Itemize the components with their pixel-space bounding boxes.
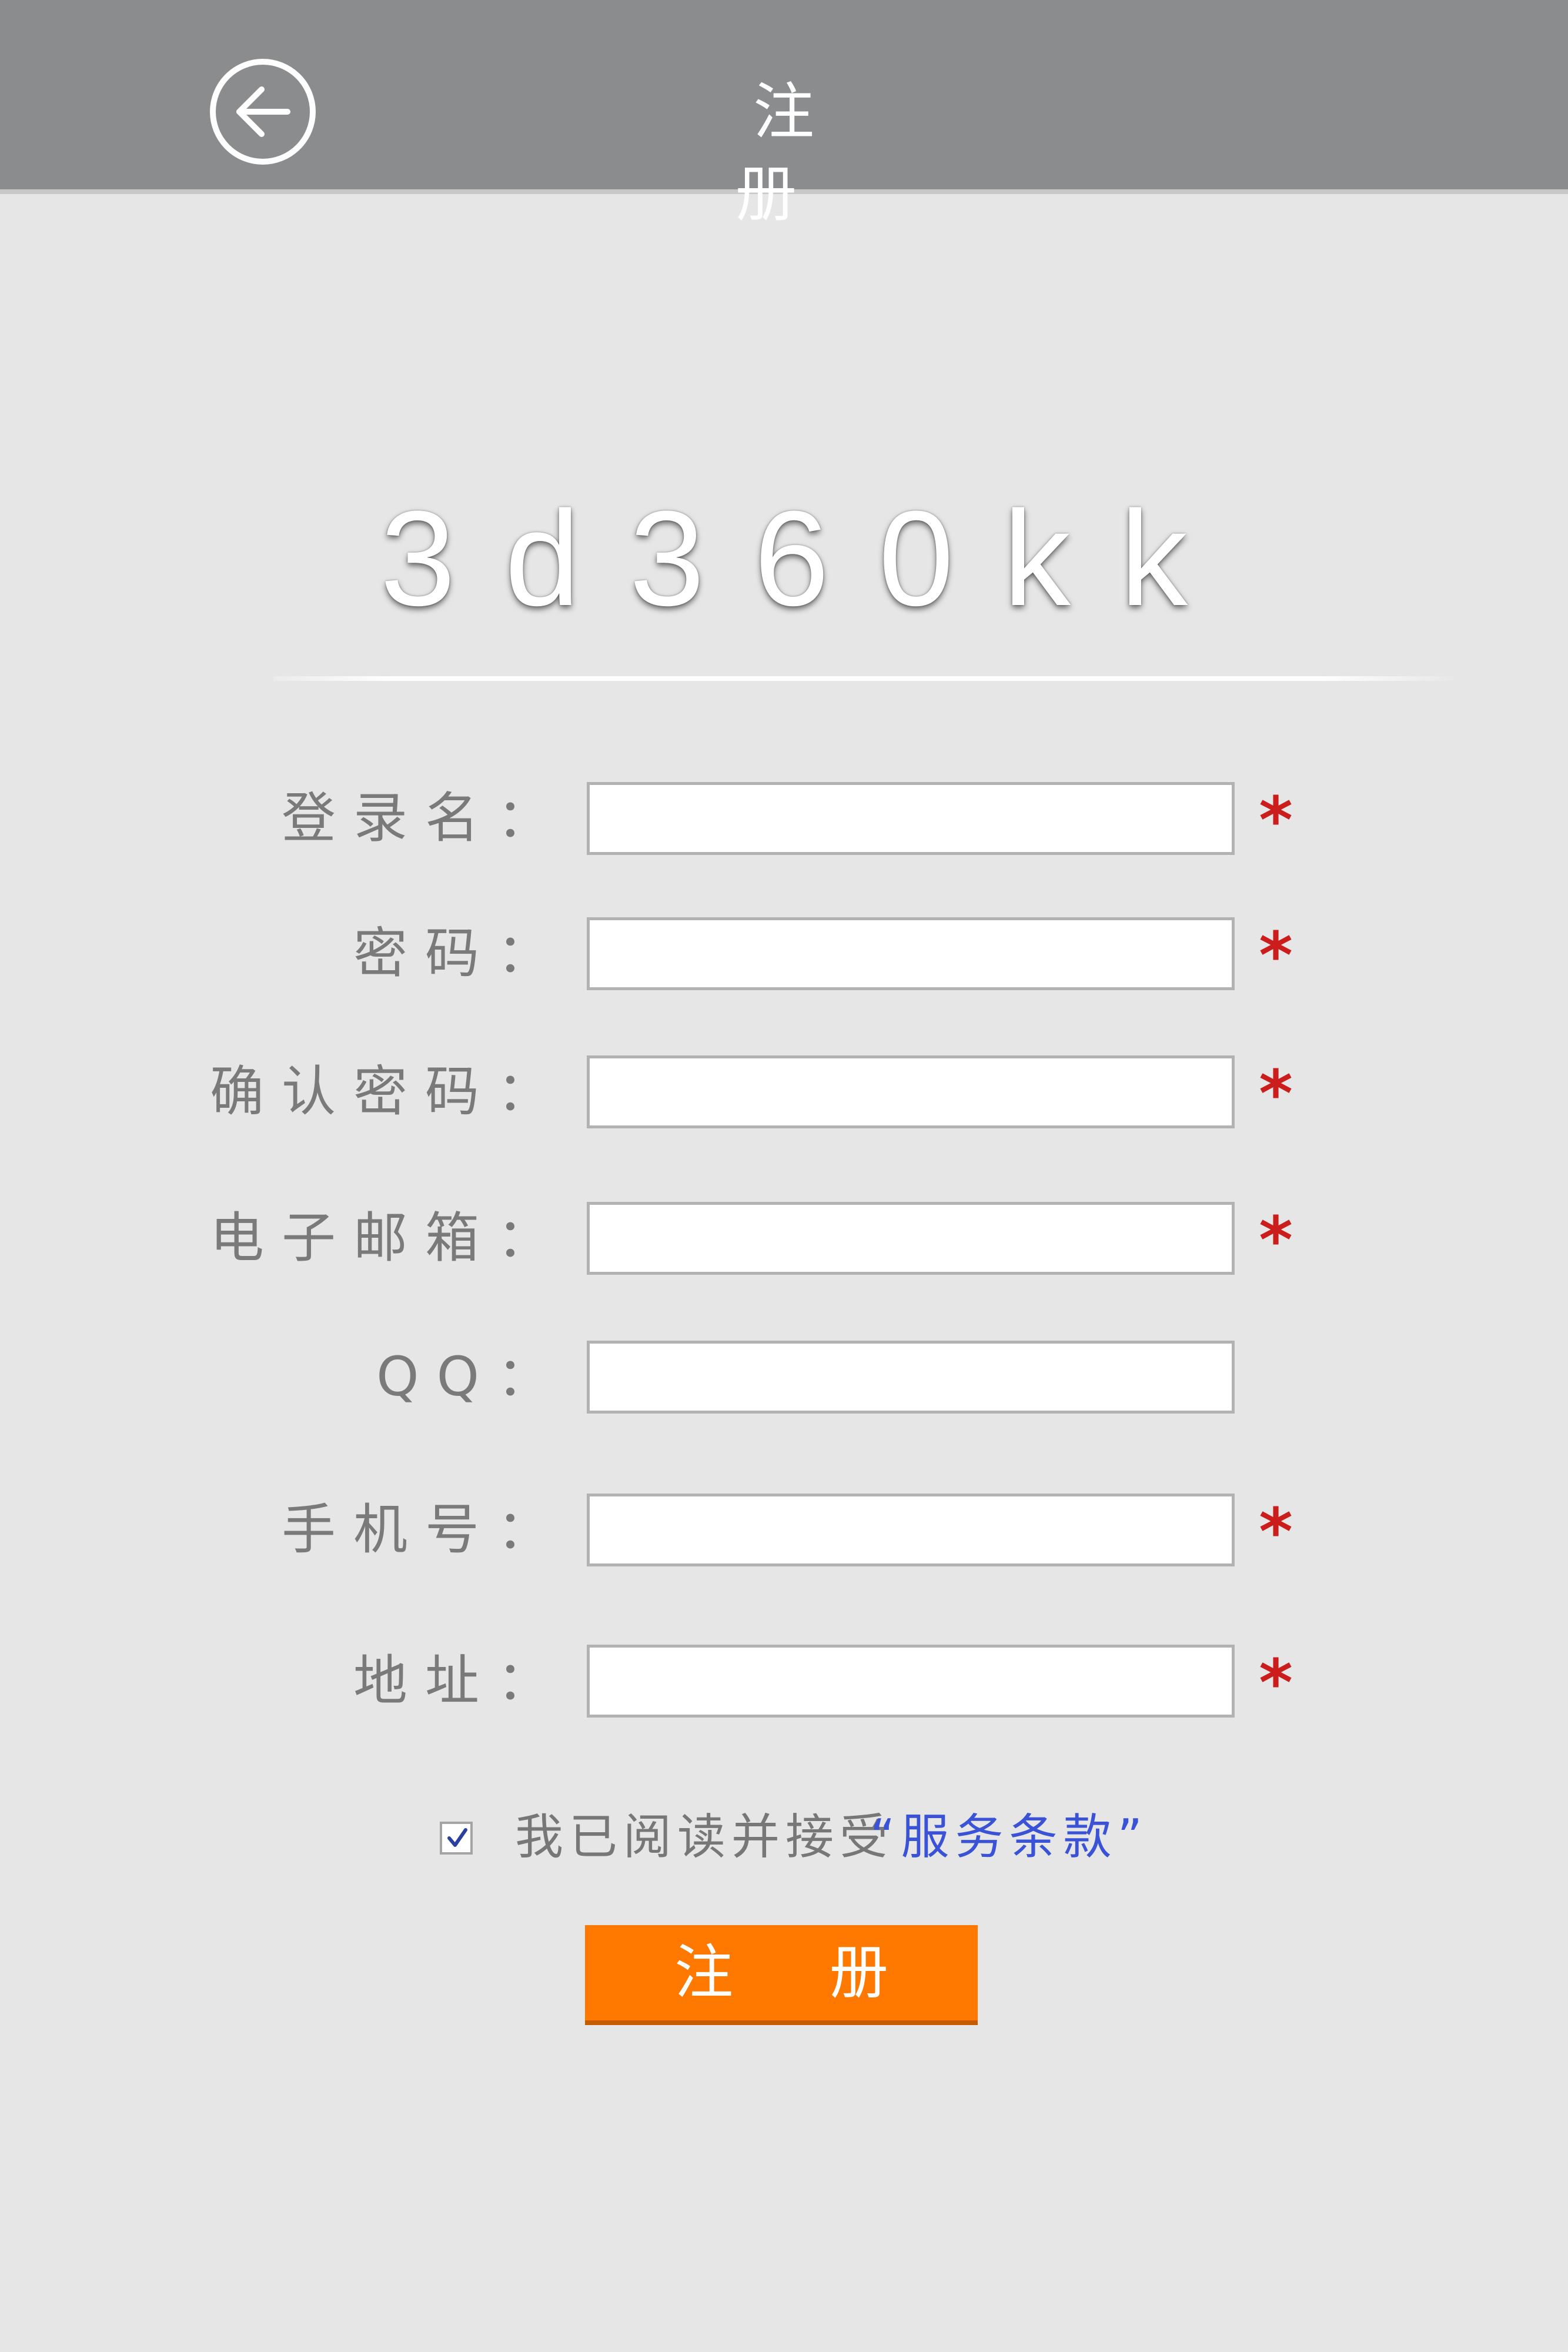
register-submit-button[interactable]: 注 册 xyxy=(585,1925,978,2025)
confirm-password-label: 确认密码： xyxy=(209,1060,569,1123)
form-row-phone: 手机号： * xyxy=(0,1494,1568,1566)
email-required-mark: * xyxy=(1259,1202,1293,1278)
form-row-confirm-password: 确认密码： * xyxy=(0,1055,1568,1128)
login-name-input[interactable] xyxy=(587,782,1235,855)
terms-agree-text: 我已阅读并接受 xyxy=(515,1809,894,1865)
password-required-mark: * xyxy=(1259,918,1293,993)
qq-required-mark xyxy=(1258,1347,1293,1411)
phone-input[interactable] xyxy=(587,1494,1235,1566)
email-label: 电子邮箱： xyxy=(209,1207,569,1269)
password-input[interactable] xyxy=(587,917,1235,990)
terms-of-service-link[interactable]: “服务条款” xyxy=(870,1805,1148,1870)
arrow-left-circle-icon xyxy=(236,86,290,137)
form-row-login-name: 登录名： * xyxy=(0,782,1568,855)
qq-label: QQ： xyxy=(376,1345,569,1408)
header-bar: 注 册 xyxy=(0,0,1568,230)
brand-logo-text: 3d360kk xyxy=(380,483,1238,634)
form-row-password: 密码： * xyxy=(0,917,1568,990)
confirm-password-required-mark: * xyxy=(1259,1056,1293,1131)
back-button[interactable] xyxy=(210,59,316,165)
phone-required-mark: * xyxy=(1259,1494,1293,1569)
address-label: 地址： xyxy=(353,1649,569,1712)
form-row-qq: QQ： xyxy=(0,1341,1568,1414)
terms-checkbox[interactable] xyxy=(440,1822,473,1855)
page-title: 注 册 xyxy=(735,76,850,230)
login-name-required-mark: * xyxy=(1259,783,1293,858)
form-row-address: 地址： * xyxy=(0,1645,1568,1718)
checkmark-icon xyxy=(447,1828,467,1847)
form-row-email: 电子邮箱： * xyxy=(0,1202,1568,1275)
address-required-mark: * xyxy=(1259,1645,1293,1720)
login-name-label: 登录名： xyxy=(281,787,569,850)
address-input[interactable] xyxy=(587,1645,1235,1718)
phone-label: 手机号： xyxy=(281,1498,569,1561)
qq-input[interactable] xyxy=(587,1341,1235,1414)
confirm-password-input[interactable] xyxy=(587,1055,1235,1128)
brand-divider xyxy=(273,676,1461,681)
password-label: 密码： xyxy=(353,922,569,985)
email-input[interactable] xyxy=(587,1202,1235,1275)
